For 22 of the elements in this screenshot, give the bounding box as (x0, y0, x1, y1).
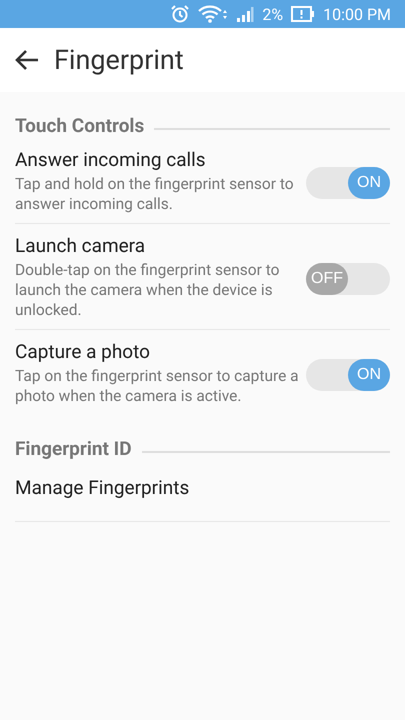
toggle-label: ON (348, 166, 390, 198)
setting-title: Capture a photo (15, 339, 151, 365)
setting-title: Answer incoming calls (15, 147, 207, 173)
battery-percent: 2% (262, 4, 284, 24)
wifi-icon (198, 4, 228, 24)
setting-description: Tap and hold on the fingerprint sensor to answer incoming calls. (15, 174, 295, 214)
section-header: Touch Controls (15, 114, 144, 136)
toggle-label: OFF (306, 262, 348, 294)
toggle-switch[interactable]: OFF (306, 262, 390, 294)
section-header: Fingerprint ID (15, 436, 132, 460)
toggle-label: ON (348, 358, 390, 390)
setting-title: Launch camera (15, 233, 146, 259)
toggle-switch[interactable]: ON (306, 166, 390, 198)
setting-description: Tap on the fingerprint sensor to capture a photo when the camera is active. (15, 366, 300, 406)
menu-item[interactable]: Manage Fingerprints (15, 475, 390, 501)
battery-icon (291, 6, 316, 22)
signal-icon (236, 6, 254, 22)
page-title: Fingerprint (54, 44, 184, 76)
alarm-icon (170, 4, 190, 24)
setting-description: Double-tap on the fingerprint sensor to launch the camera when the device is unlocked. (15, 260, 280, 320)
toggle-switch[interactable]: ON (306, 358, 390, 390)
clock: 10:00 PM (323, 4, 391, 24)
